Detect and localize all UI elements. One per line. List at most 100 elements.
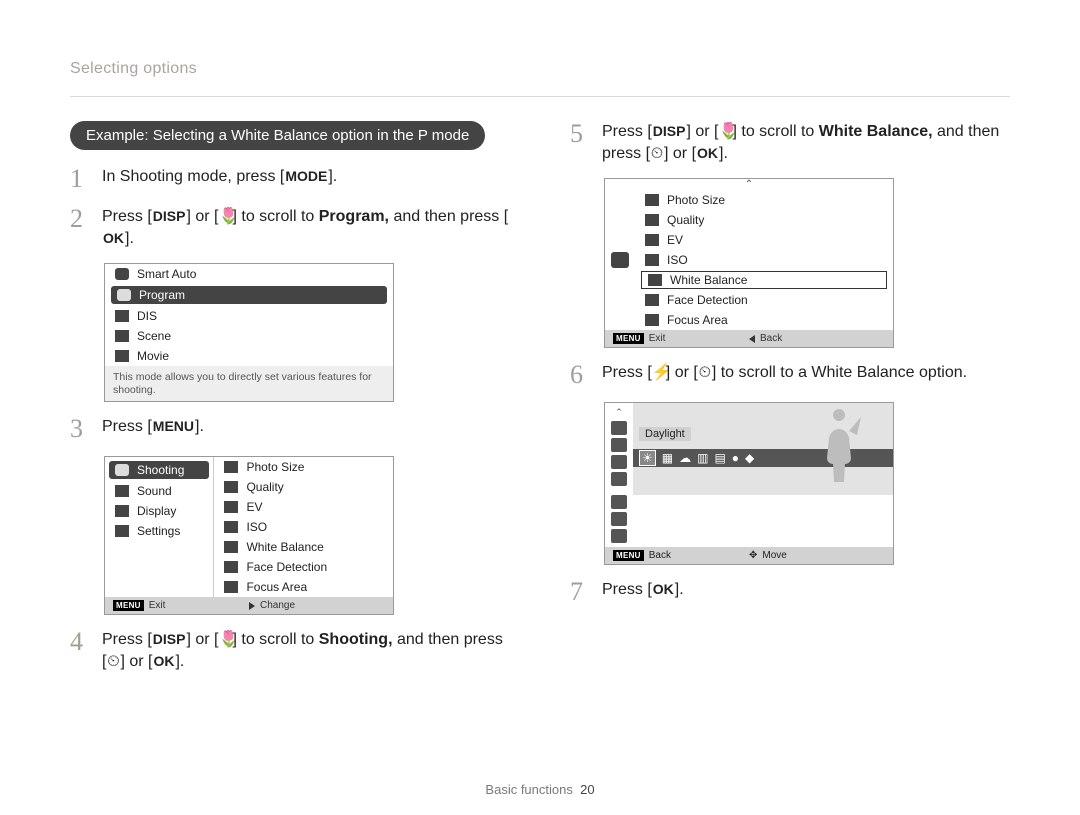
lcd-footer: MENUBack ✥Move xyxy=(605,547,893,564)
list-item: Movie xyxy=(105,346,393,366)
macro-icon: 🌷 xyxy=(219,206,233,228)
menu-tab-selected: Shooting xyxy=(109,461,209,479)
focusarea-icon xyxy=(224,581,238,593)
step-text: Press [DISP] or [🌷] to scroll to White B… xyxy=(602,121,1010,164)
ev-icon xyxy=(224,501,238,513)
quality-icon xyxy=(645,214,659,226)
triangle-left-icon xyxy=(749,335,755,343)
lcd-footer: MENUExit Change xyxy=(105,597,393,614)
menu-item: EV xyxy=(635,230,893,250)
menu-tab: Sound xyxy=(105,481,213,501)
iso-icon xyxy=(645,254,659,266)
macro-icon: 🌷 xyxy=(719,121,733,143)
wb-icon xyxy=(224,541,238,553)
step-text: Press [⚡] or [⏲] to scroll to a White Ba… xyxy=(602,362,1010,388)
movie-icon xyxy=(115,350,129,362)
wb-fluor-h-icon: ▥ xyxy=(697,451,708,465)
step-2: 2 Press [DISP] or [🌷] to scroll to Progr… xyxy=(70,206,510,249)
key-ok: OK xyxy=(696,144,719,163)
menu-item: ISO xyxy=(635,250,893,270)
timer-icon: ⏲ xyxy=(106,651,120,673)
step-number: 2 xyxy=(70,206,90,249)
menu-item: Photo Size xyxy=(635,190,893,210)
facedetect-icon xyxy=(645,294,659,306)
step-4: 4 Press [DISP] or [🌷] to scroll to Shoot… xyxy=(70,629,510,672)
smartauto-icon xyxy=(115,268,129,280)
person-silhouette-icon xyxy=(809,409,869,489)
lcd-main-menu: Shooting Sound Display Settings Photo Si… xyxy=(104,456,394,615)
wb-auto-icon: ▦ xyxy=(662,451,673,465)
focusarea-icon xyxy=(611,529,627,543)
step-6: 6 Press [⚡] or [⏲] to scroll to a White … xyxy=(570,362,1010,388)
triangle-right-icon xyxy=(249,602,255,610)
ev-icon xyxy=(611,455,627,469)
key-mode: MODE xyxy=(284,167,328,186)
list-item: Smart Auto xyxy=(105,264,393,284)
sound-icon xyxy=(115,485,129,497)
list-item: DIS xyxy=(105,306,393,326)
wb-fluor-l-icon: ▤ xyxy=(714,451,725,465)
wb-daylight-icon: ☀ xyxy=(639,450,656,466)
iso-icon xyxy=(224,521,238,533)
facedetect-icon xyxy=(611,512,627,526)
ev-icon xyxy=(645,234,659,246)
step-number: 5 xyxy=(570,121,590,164)
step-number: 4 xyxy=(70,629,90,672)
wb-cloudy-icon: ☁ xyxy=(679,451,691,465)
step-number: 3 xyxy=(70,416,90,442)
menu-badge: MENU xyxy=(613,550,644,561)
menu-item: Focus Area xyxy=(214,577,393,597)
step-number: 6 xyxy=(570,362,590,388)
key-ok: OK xyxy=(652,580,675,599)
menu-tab: Settings xyxy=(105,521,213,541)
photosize-icon xyxy=(611,421,627,435)
step-text: Press [MENU]. xyxy=(102,416,510,442)
camera-icon xyxy=(611,252,629,268)
step-text: In Shooting mode, press [MODE]. xyxy=(102,166,510,192)
facedetect-icon xyxy=(224,561,238,573)
left-column: Example: Selecting a White Balance optio… xyxy=(70,121,510,687)
wb-custom-icon: ◆ xyxy=(745,451,754,465)
step-5: 5 Press [DISP] or [🌷] to scroll to White… xyxy=(570,121,1010,164)
mode-description: This mode allows you to directly set var… xyxy=(105,366,393,401)
list-item: Scene xyxy=(105,326,393,346)
preview-pane: Daylight ☀ ▦ ☁ ▥ ▤ ● ◆ xyxy=(633,403,893,495)
macro-icon: 🌷 xyxy=(219,629,233,651)
settings-icon xyxy=(115,525,129,537)
step-text: Press [OK]. xyxy=(602,579,1010,605)
timer-icon: ⏲ xyxy=(650,143,664,165)
menu-item: Face Detection xyxy=(635,290,893,310)
menu-badge: MENU xyxy=(113,600,144,611)
menu-item: EV xyxy=(214,497,393,517)
menu-item: Focus Area xyxy=(635,310,893,330)
list-item-selected: Program xyxy=(111,286,387,304)
photosize-icon xyxy=(224,461,238,473)
key-disp: DISP xyxy=(152,630,187,649)
lcd-footer: MENUExit Back xyxy=(605,330,893,347)
key-disp: DISP xyxy=(652,122,687,141)
move-icon: ✥ xyxy=(749,550,757,561)
photosize-icon xyxy=(645,194,659,206)
menu-item: Face Detection xyxy=(214,557,393,577)
example-pill: Example: Selecting a White Balance optio… xyxy=(70,121,485,150)
program-icon xyxy=(117,289,131,301)
menu-item: Quality xyxy=(214,477,393,497)
lcd-shooting-submenu: ⌃ Photo Size Quality EV ISO White Balanc… xyxy=(604,178,894,348)
display-icon xyxy=(115,505,129,517)
step-3: 3 Press [MENU]. xyxy=(70,416,510,442)
step-1: 1 In Shooting mode, press [MODE]. xyxy=(70,166,510,192)
step-number: 1 xyxy=(70,166,90,192)
menu-item-boxed: White Balance xyxy=(641,271,887,289)
flash-icon: ⚡ xyxy=(652,362,666,384)
camera-icon xyxy=(115,464,129,476)
scene-icon xyxy=(115,330,129,342)
lcd-wb-preview: ⌃ Daylight ☀ ▦ ☁ ▥ ▤ xyxy=(604,402,894,565)
key-ok: OK xyxy=(102,229,125,248)
menu-item: White Balance xyxy=(214,537,393,557)
lcd-mode-list: Smart Auto Program DIS Scene Movie This … xyxy=(104,263,394,402)
timer-icon: ⏲ xyxy=(698,362,712,384)
menu-tab: Display xyxy=(105,501,213,521)
page-footer: Basic functions 20 xyxy=(0,782,1080,797)
wb-icon xyxy=(611,495,627,509)
focusarea-icon xyxy=(645,314,659,326)
